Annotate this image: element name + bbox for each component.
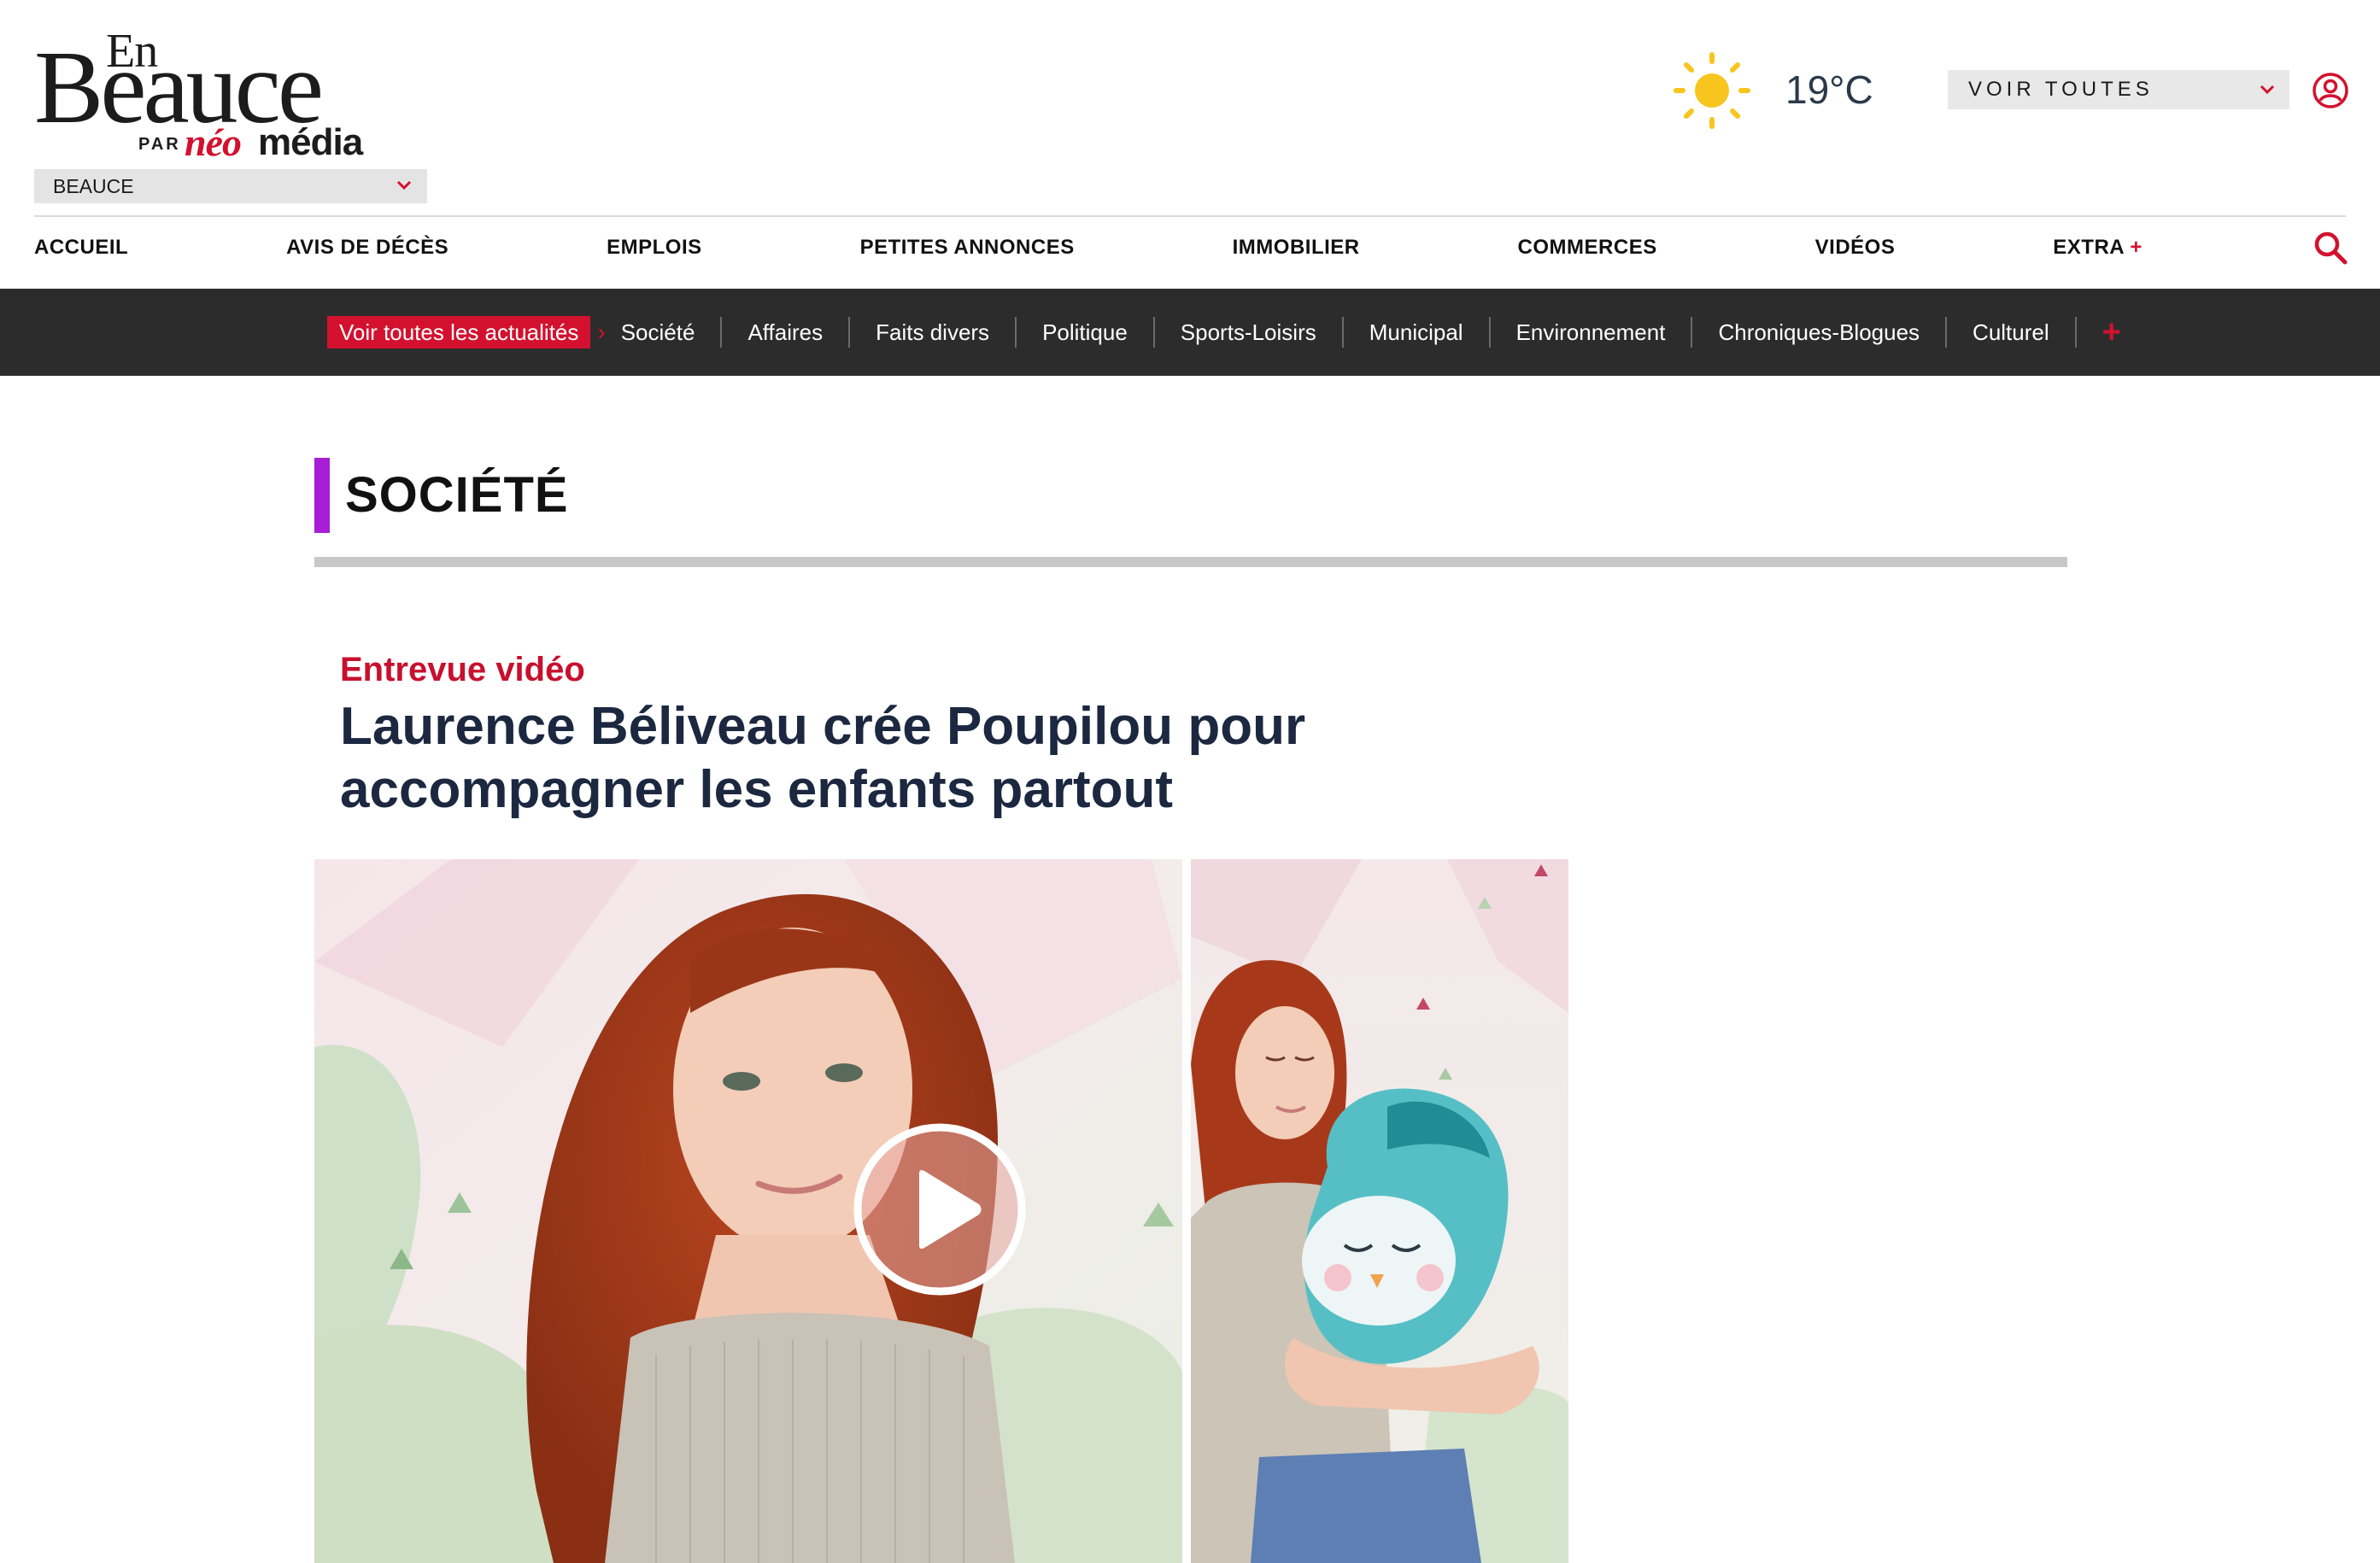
- nav-item-immobilier[interactable]: IMMOBILIER: [1233, 236, 1360, 260]
- region-all-select[interactable]: VOIR TOUTES: [1948, 70, 2289, 109]
- article-headline[interactable]: Laurence Béliveau crée Poupilou pour acc…: [340, 695, 1587, 822]
- article-video[interactable]: [314, 859, 1568, 1563]
- divider: [1691, 317, 1693, 348]
- en-beauce-logo[interactable]: En Beauce PAR néo média: [34, 24, 393, 164]
- logo-neo-text: néo: [185, 120, 242, 164]
- category-culturel[interactable]: Culturel: [1973, 319, 2049, 346]
- nav-item-extra-label: EXTRA: [2053, 236, 2125, 259]
- all-news-button[interactable]: Voir toutes les actualités: [327, 316, 591, 348]
- category-subnav: Voir toutes les actualités › Société Aff…: [0, 289, 2380, 376]
- plus-icon: +: [2130, 236, 2143, 259]
- category-subnav-list: Voir toutes les actualités › Société Aff…: [327, 316, 2121, 348]
- category-chroniques-blogues[interactable]: Chroniques-Blogues: [1718, 319, 1920, 346]
- user-icon[interactable]: [2312, 72, 2349, 109]
- chevron-right-icon: ›: [597, 319, 606, 345]
- nav-item-emplois[interactable]: EMPLOIS: [607, 236, 702, 260]
- header-divider: [34, 215, 2346, 217]
- logo-media-text: média: [258, 121, 363, 163]
- chevron-down-icon: [2260, 85, 2275, 95]
- section-title: SOCIÉTÉ: [345, 467, 569, 523]
- category-faits-divers[interactable]: Faits divers: [876, 319, 989, 346]
- category-municipal[interactable]: Municipal: [1369, 319, 1463, 346]
- main-nav: ACCUEIL AVIS DE DÉCÈS EMPLOIS PETITES AN…: [34, 224, 2346, 272]
- nav-item-accueil[interactable]: ACCUEIL: [34, 236, 128, 260]
- divider: [1015, 317, 1017, 348]
- video-thumbnail-portrait: [314, 859, 1182, 1563]
- region-select[interactable]: BEAUCE: [34, 169, 427, 203]
- region-all-select-value: VOIR TOUTES: [1968, 78, 2154, 101]
- nav-item-avis-de-deces[interactable]: AVIS DE DÉCÈS: [286, 236, 448, 260]
- play-icon[interactable]: [851, 1121, 1029, 1298]
- divider: [1341, 317, 1344, 348]
- nav-item-petites-annonces[interactable]: PETITES ANNONCES: [860, 236, 1075, 260]
- sun-icon: [1674, 52, 1750, 129]
- category-environnement[interactable]: Environnement: [1516, 319, 1666, 346]
- nav-item-extra[interactable]: EXTRA +: [2053, 236, 2143, 260]
- category-sports-loisirs[interactable]: Sports-Loisirs: [1181, 319, 1316, 346]
- logo-par-text: PAR: [138, 135, 181, 154]
- divider: [1152, 317, 1155, 348]
- divider: [848, 317, 851, 348]
- section-divider: [314, 557, 2067, 567]
- chevron-down-icon: [396, 180, 412, 190]
- category-affaires[interactable]: Affaires: [747, 319, 823, 346]
- category-societe[interactable]: Société: [621, 319, 695, 346]
- nav-item-commerces[interactable]: COMMERCES: [1518, 236, 1657, 260]
- plus-icon[interactable]: +: [2102, 316, 2121, 348]
- divider: [1945, 317, 1948, 348]
- category-politique[interactable]: Politique: [1042, 319, 1128, 346]
- divider: [2074, 317, 2077, 348]
- region-select-value: BEAUCE: [53, 174, 134, 197]
- video-thumbnail-plush: [1191, 859, 1568, 1563]
- section-accent-bar: [314, 458, 330, 533]
- site-header: En Beauce PAR néo média BEAUCE 19°C VOIR…: [0, 0, 2380, 215]
- search-icon[interactable]: [2312, 229, 2349, 266]
- temperature: 19°C: [1785, 67, 1873, 112]
- divider: [720, 317, 723, 348]
- divider: [1488, 317, 1491, 348]
- nav-item-videos[interactable]: VIDÉOS: [1815, 236, 1896, 260]
- article-kicker[interactable]: Entrevue vidéo: [340, 651, 585, 689]
